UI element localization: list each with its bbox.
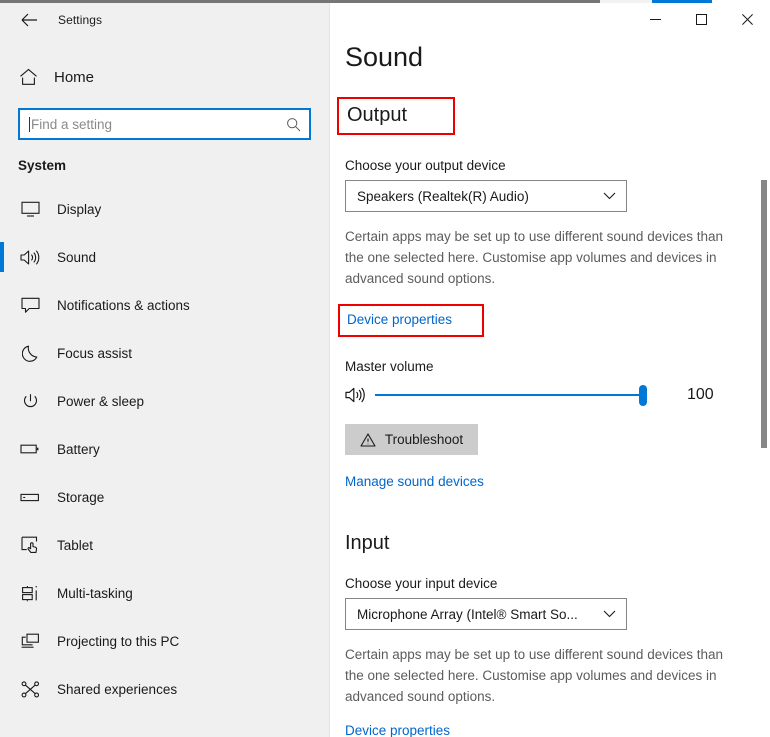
back-arrow-icon <box>21 13 37 27</box>
app-title: Settings <box>58 13 103 27</box>
output-device-properties-highlight: Device properties <box>338 304 485 337</box>
page-title: Sound <box>345 42 424 72</box>
sidebar-item-shared-experiences-label: Shared experiences <box>57 681 178 697</box>
settings-window: Settings Home System <box>0 0 770 737</box>
window-scrollbar-thumb[interactable] <box>761 180 767 448</box>
master-volume-slider[interactable] <box>375 384 647 406</box>
speaker-volume-icon <box>345 386 375 404</box>
input-device-select[interactable]: Microphone Array (Intel® Smart So... <box>345 598 627 630</box>
sidebar-item-focus-assist-label: Focus assist <box>57 345 133 361</box>
chat-bubble-icon <box>20 297 40 314</box>
slider-fill <box>375 394 643 396</box>
sidebar: Settings Home System <box>0 0 330 737</box>
speaker-icon <box>20 249 40 266</box>
sidebar-item-battery-label: Battery <box>57 441 100 457</box>
input-description: Certain apps may be set up to use differ… <box>345 647 723 704</box>
troubleshoot-button-label: Troubleshoot <box>384 432 464 447</box>
master-volume-value: 100 <box>687 386 714 403</box>
slider-thumb[interactable] <box>639 384 647 406</box>
sidebar-item-display-label: Display <box>57 201 102 217</box>
sidebar-item-sound[interactable]: Sound <box>0 233 329 281</box>
sidebar-item-multitasking[interactable]: Multi-tasking <box>0 569 329 617</box>
window-scrollbar[interactable] <box>757 0 770 737</box>
output-description: Certain apps may be set up to use differ… <box>345 229 723 286</box>
tablet-icon <box>20 536 40 554</box>
monitor-icon <box>20 201 40 217</box>
search-icon[interactable] <box>286 117 301 132</box>
sidebar-item-notifications-label: Notifications & actions <box>57 297 190 313</box>
output-device-properties-link[interactable]: Device properties <box>347 312 452 327</box>
sidebar-item-projecting[interactable]: Projecting to this PC <box>0 617 329 665</box>
master-volume-label: Master volume <box>345 359 434 374</box>
sidebar-item-storage[interactable]: Storage <box>0 473 329 521</box>
sidebar-item-tablet-label: Tablet <box>57 537 94 553</box>
input-device-properties-link[interactable]: Device properties <box>345 723 450 737</box>
input-device-properties-row: Device properties <box>345 722 770 737</box>
search-input[interactable] <box>31 116 286 132</box>
search-box[interactable] <box>18 108 311 140</box>
sidebar-item-tablet[interactable]: Tablet <box>0 521 329 569</box>
maximize-button[interactable] <box>678 3 724 35</box>
sidebar-item-sound-label: Sound <box>57 249 97 265</box>
sidebar-item-home[interactable]: Home <box>0 57 329 97</box>
back-button[interactable] <box>12 5 46 35</box>
troubleshoot-button[interactable]: Troubleshoot <box>345 424 478 455</box>
sidebar-item-home-label: Home <box>54 68 95 86</box>
sidebar-item-shared-experiences[interactable]: Shared experiences <box>0 665 329 713</box>
sidebar-item-battery[interactable]: Battery <box>0 425 329 473</box>
sidebar-item-display[interactable]: Display <box>0 185 329 233</box>
sidebar-titlebar: Settings <box>0 0 329 40</box>
sidebar-group-label: System <box>18 158 67 173</box>
multitasking-icon <box>20 585 40 602</box>
sidebar-item-power-sleep-label: Power & sleep <box>57 393 145 409</box>
output-section: Output Choose your output device Speaker… <box>337 97 770 491</box>
search-caret <box>29 116 30 132</box>
output-heading-highlight: Output <box>337 97 456 135</box>
share-icon <box>20 680 40 698</box>
input-device-label: Choose your input device <box>345 576 498 591</box>
input-device-value: Microphone Array (Intel® Smart So... <box>357 606 578 622</box>
output-device-select[interactable]: Speakers (Realtek(R) Audio) <box>345 180 627 212</box>
input-section: Input Choose your input device Microphon… <box>345 533 770 737</box>
chevron-down-icon <box>603 610 616 618</box>
manage-sound-devices-link[interactable]: Manage sound devices <box>345 474 484 489</box>
warning-triangle-icon <box>360 432 376 447</box>
drive-icon <box>20 492 40 503</box>
maximize-icon <box>695 13 707 25</box>
sidebar-item-storage-label: Storage <box>57 489 105 505</box>
minimize-icon <box>649 18 661 20</box>
sidebar-item-projecting-label: Projecting to this PC <box>57 633 180 649</box>
chevron-down-icon <box>603 192 616 200</box>
sidebar-item-notifications[interactable]: Notifications & actions <box>0 281 329 329</box>
output-heading: Output <box>347 104 408 126</box>
window-controls <box>632 3 770 35</box>
sidebar-item-multitasking-label: Multi-tasking <box>57 585 133 601</box>
output-device-label: Choose your output device <box>345 158 506 173</box>
close-icon <box>741 13 753 25</box>
home-icon <box>18 68 38 86</box>
content-body: Sound Output Choose your output device S… <box>331 0 770 737</box>
power-icon <box>20 393 40 410</box>
battery-icon <box>20 443 40 455</box>
sidebar-item-power-sleep[interactable]: Power & sleep <box>0 377 329 425</box>
manage-sound-devices-row: Manage sound devices <box>345 473 770 491</box>
input-heading: Input <box>345 532 390 554</box>
sidebar-nav-list: Display Sound Notifications & actions Fo… <box>0 185 329 713</box>
content-pane: Sound Output Choose your output device S… <box>331 0 770 737</box>
output-device-properties-row: Device properties <box>338 304 770 337</box>
moon-icon <box>20 345 40 362</box>
master-volume-row: 100 <box>345 382 770 408</box>
sidebar-item-focus-assist[interactable]: Focus assist <box>0 329 329 377</box>
output-device-value: Speakers (Realtek(R) Audio) <box>357 188 529 204</box>
projecting-icon <box>20 633 40 650</box>
minimize-button[interactable] <box>632 3 678 35</box>
